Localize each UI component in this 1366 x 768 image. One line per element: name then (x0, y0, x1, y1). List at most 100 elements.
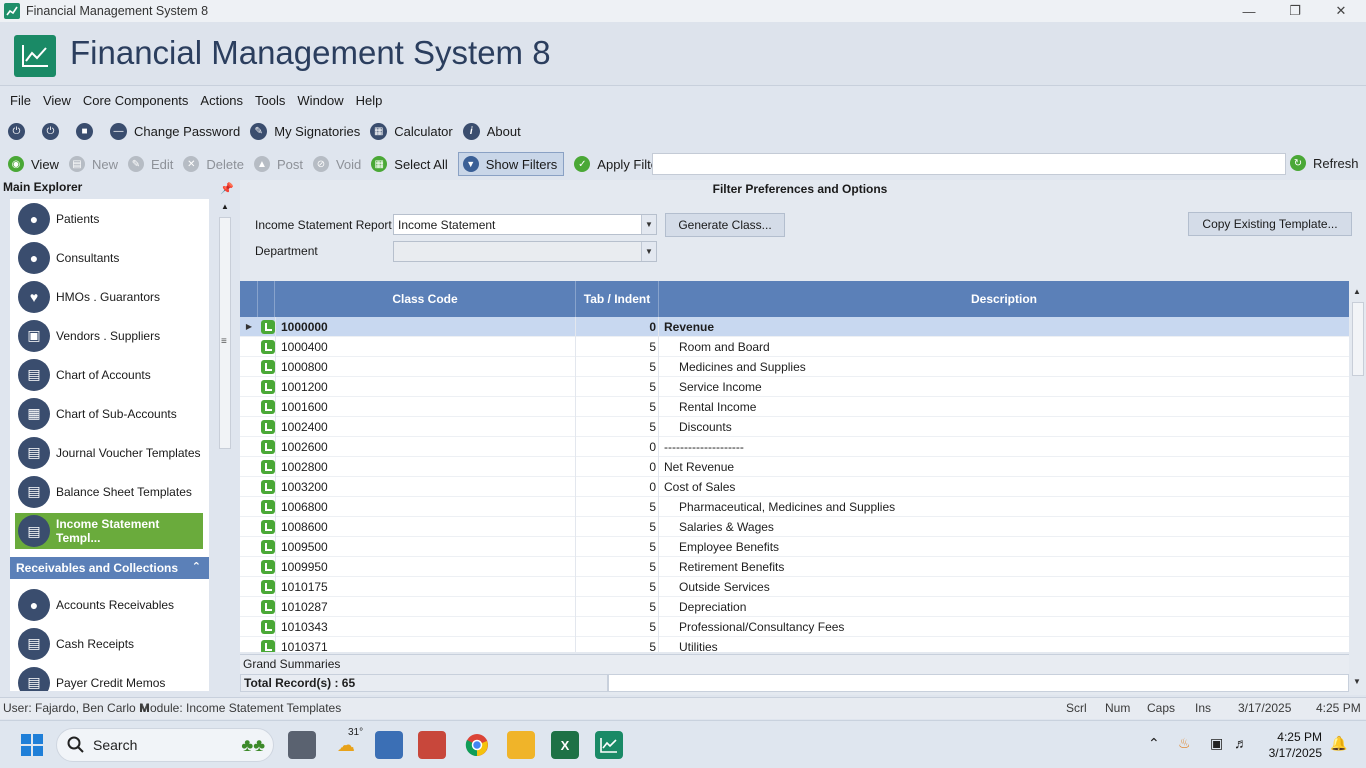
clock-date: 3/17/2025 (1268, 746, 1322, 760)
post-button[interactable]: ▲ Post (253, 156, 303, 172)
power-button[interactable]: ⏻ (8, 122, 32, 140)
table-row[interactable]: 1008600 5 Salaries & Wages (240, 517, 1349, 537)
taskbar-clock[interactable]: 4:25 PM 3/17/2025 (1269, 729, 1322, 761)
splitter-grip-icon[interactable]: ≡ (221, 336, 227, 347)
collapse-icon[interactable]: ⌃ (192, 560, 201, 573)
void-button[interactable]: ⊘ Void (312, 156, 361, 172)
chrome-icon[interactable] (463, 731, 491, 759)
group-receivables-collections[interactable]: Receivables and Collections ⌃ (10, 557, 209, 579)
nav-hmos-guarantors[interactable]: ♥ HMOs . Guarantors (10, 277, 209, 316)
lock-button[interactable]: ■ (76, 122, 100, 140)
table-row[interactable]: 1010175 5 Outside Services (240, 577, 1349, 597)
weather-widget[interactable]: ☁ 31° (332, 727, 363, 759)
select-all-button[interactable]: ▦ Select All (371, 156, 448, 172)
speaker-icon[interactable]: ♬ (1234, 735, 1248, 751)
scroll-down-icon[interactable]: ▼ (1353, 677, 1361, 686)
table-row[interactable]: 1009500 5 Employee Benefits (240, 537, 1349, 557)
filter-input[interactable] (652, 153, 1286, 175)
restore-button[interactable]: ❐ (1272, 0, 1318, 22)
menu-core-components[interactable]: Core Components (77, 93, 195, 108)
table-row[interactable]: 1003200 0 Cost of Sales (240, 477, 1349, 497)
col-description[interactable]: Description (659, 281, 1349, 317)
table-row[interactable]: 1000400 5 Room and Board (240, 337, 1349, 357)
edit-button[interactable]: ✎ Edit (127, 156, 173, 172)
task-view-icon[interactable] (288, 731, 316, 759)
table-row[interactable]: 1010343 5 Professional/Consultancy Fees (240, 617, 1349, 637)
table-row[interactable]: 1002600 0 -------------------- (240, 437, 1349, 457)
delete-button[interactable]: ✕ Delete (183, 156, 244, 172)
nav-balance-sheet-templates[interactable]: ▤ Balance Sheet Templates (10, 472, 209, 511)
about-button[interactable]: i About (462, 122, 521, 140)
nav-vendors-suppliers[interactable]: ▣ Vendors . Suppliers (10, 316, 209, 355)
nav-patients[interactable]: ● Patients (10, 199, 209, 238)
power-icon: ⏻ (8, 122, 25, 140)
chevron-up-icon[interactable]: ⌃ (1148, 735, 1160, 752)
nav-income-statement-templates[interactable]: ▤ Income Statement Templ... (15, 513, 203, 549)
show-filters-button[interactable]: ▼ Show Filters (457, 152, 565, 176)
flame-icon[interactable]: ♨ (1178, 735, 1191, 752)
nav-payer-credit-memos[interactable]: ▤ Payer Credit Memos (10, 663, 209, 691)
my-signatories-button[interactable]: ✎ My Signatories (250, 122, 360, 140)
snipping-tool-icon[interactable] (418, 731, 446, 759)
fms-app-icon[interactable] (595, 731, 623, 759)
table-row[interactable]: 1002800 0 Net Revenue (240, 457, 1349, 477)
scroll-thumb[interactable] (219, 217, 231, 449)
scroll-thumb[interactable] (1352, 302, 1364, 376)
change-password-button[interactable]: — Change Password (110, 122, 240, 140)
start-button[interactable] (18, 731, 46, 759)
view-button[interactable]: ◉ View (8, 156, 59, 172)
menu-file[interactable]: File (4, 93, 37, 108)
excel-icon[interactable]: X (551, 731, 579, 759)
calculator-button[interactable]: ▦ Calculator (370, 122, 453, 140)
menu-help[interactable]: Help (350, 93, 389, 108)
menu-window[interactable]: Window (291, 93, 349, 108)
network-icon[interactable]: ▣ (1210, 735, 1223, 752)
generate-class-button[interactable]: Generate Class... (665, 213, 785, 237)
chevron-down-icon[interactable]: ▼ (641, 215, 656, 234)
minimize-button[interactable]: — (1226, 0, 1272, 22)
menu-view[interactable]: View (37, 93, 77, 108)
table-row[interactable]: 1009950 5 Retirement Benefits (240, 557, 1349, 577)
nav-label: Chart of Sub-Accounts (56, 406, 177, 421)
department-select[interactable]: ▼ (393, 241, 657, 262)
calculator-app-icon[interactable] (375, 731, 403, 759)
scroll-up-icon[interactable]: ▲ (221, 202, 229, 211)
grid-scrollbar[interactable]: ▲ ▼ (1350, 281, 1366, 693)
nav-accounts-receivables[interactable]: ● Accounts Receivables (10, 585, 209, 624)
table-row[interactable]: 1002400 5 Discounts (240, 417, 1349, 437)
notification-bell-icon[interactable]: 🔔 (1330, 735, 1347, 752)
col-class-code[interactable]: Class Code (275, 281, 576, 317)
nav-chart-of-sub-accounts[interactable]: ▦ Chart of Sub-Accounts (10, 394, 209, 433)
menu-actions[interactable]: Actions (194, 93, 249, 108)
chevron-down-icon[interactable]: ▼ (641, 242, 656, 261)
table-row[interactable]: ▶ 1000000 0 Revenue (240, 317, 1349, 337)
cell-class-code: 1010371 (281, 640, 328, 652)
col-tab-indent[interactable]: Tab / Indent (576, 281, 659, 317)
cell-class-code: 1010343 (281, 620, 328, 634)
nav-chart-of-accounts[interactable]: ▤ Chart of Accounts (10, 355, 209, 394)
scroll-up-icon[interactable]: ▲ (1353, 287, 1361, 296)
row-indicator-icon (240, 457, 258, 477)
nav-cash-receipts[interactable]: ▤ Cash Receipts (10, 624, 209, 663)
menu-tools[interactable]: Tools (249, 93, 291, 108)
taskbar-search[interactable]: Search ♣♣ (56, 728, 274, 762)
pin-icon[interactable]: 📌 (220, 182, 234, 195)
cell-description: Discounts (679, 420, 732, 434)
table-row[interactable]: 1010371 5 Utilities (240, 637, 1349, 652)
table-row[interactable]: 1001200 5 Service Income (240, 377, 1349, 397)
refresh-button[interactable]: ↻ Refresh (1290, 155, 1359, 171)
table-row[interactable]: 1000800 5 Medicines and Supplies (240, 357, 1349, 377)
table-row[interactable]: 1001600 5 Rental Income (240, 397, 1349, 417)
logoff-button[interactable]: ⏻ (42, 122, 66, 140)
file-explorer-icon[interactable] (507, 731, 535, 759)
report-select[interactable]: Income Statement ▼ (393, 214, 657, 235)
table-row[interactable]: 1006800 5 Pharmaceutical, Medicines and Su… (240, 497, 1349, 517)
copy-template-button[interactable]: Copy Existing Template... (1188, 212, 1352, 236)
new-button[interactable]: ▤ New (68, 156, 118, 172)
table-row[interactable]: 1010287 5 Depreciation (240, 597, 1349, 617)
title-bar: Financial Management System 8 — ❐ ✕ (0, 0, 1366, 22)
nav-journal-voucher-templates[interactable]: ▤ Journal Voucher Templates (10, 433, 209, 472)
nav-consultants[interactable]: ● Consultants (10, 238, 209, 277)
explorer-scrollbar[interactable]: ▲ (217, 199, 233, 691)
close-button[interactable]: ✕ (1318, 0, 1364, 22)
